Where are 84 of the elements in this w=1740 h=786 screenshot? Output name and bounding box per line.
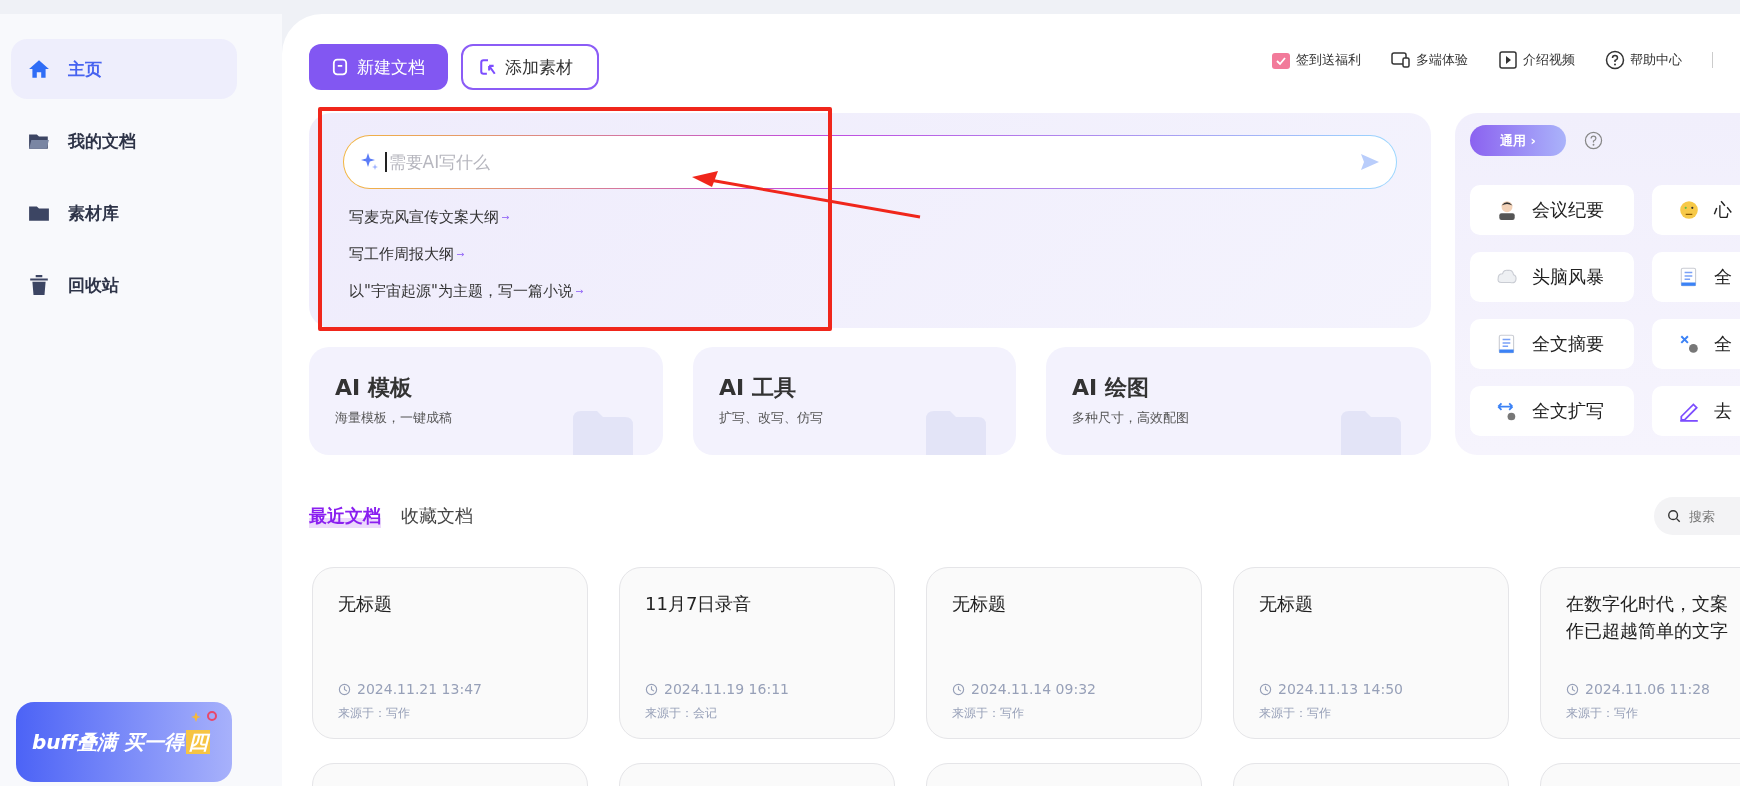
cross-icon [1678, 333, 1700, 355]
folder-illustration-icon [571, 411, 635, 455]
feature-subtitle: 海量模板，一键成稿 [335, 409, 453, 427]
devices-icon [1391, 50, 1411, 70]
sidebar-item[interactable]: 主页 [11, 39, 237, 99]
search-box[interactable]: 搜索 [1654, 497, 1740, 535]
feature-subtitle: 扩写、改写、仿写 [719, 409, 824, 427]
toolbar-link[interactable]: 多端体验 [1391, 50, 1468, 70]
sparkle-icon [360, 152, 380, 172]
document-card[interactable]: 无标题 2024.11.21 13:47 来源于：写作 [312, 567, 588, 739]
document-time: 2024.11.19 16:11 [664, 681, 789, 697]
clock-icon [1566, 682, 1579, 696]
document-card[interactable]: 11月7日录音 2024.11.19 16:11 来源于：会记 [619, 567, 895, 739]
person-icon [1496, 199, 1518, 221]
document-source: 来源于：写作 [1259, 705, 1332, 722]
sidebar-item[interactable]: 素材库 [11, 183, 237, 243]
document-time: 2024.11.13 14:50 [1278, 681, 1403, 697]
document-tab[interactable]: 最近文档 [309, 504, 381, 528]
document-time: 2024.11.21 13:47 [357, 681, 482, 697]
clock-icon [338, 682, 351, 696]
clock-icon [1259, 682, 1272, 696]
suggestion-link[interactable]: 写麦克风宣传文案大纲 [343, 199, 516, 236]
new-document-button[interactable]: 新建文档 [309, 44, 448, 90]
feature-title: AI 工具 [719, 374, 797, 402]
document-card[interactable]: 在数字化时代，文案 作已超越简单的文字 2024.11.06 11:28 来源于：写作 [1540, 567, 1740, 739]
search-icon [1667, 509, 1681, 523]
feature-card[interactable]: AI 绘图 多种尺寸，高效配图 [1046, 347, 1431, 455]
double-arrow-icon [1496, 400, 1518, 422]
document-title: 11月7日录音 [645, 592, 753, 616]
toolbar-link[interactable]: 介绍视频 [1498, 50, 1575, 70]
feature-subtitle: 多种尺寸，高效配图 [1072, 409, 1190, 427]
help-icon[interactable] [1584, 131, 1603, 150]
ai-input-field[interactable]: 需要AI写什么 [386, 151, 1360, 173]
suggestion-link[interactable]: 以"宇宙起源"为主题，写一篇小说 [343, 273, 590, 310]
feature-card[interactable]: AI 模板 海量模板，一键成稿 [309, 347, 663, 455]
document-title: 无标题 [338, 592, 393, 616]
pencil-icon [1678, 400, 1700, 422]
tool-card[interactable]: 全 [1652, 319, 1740, 369]
cursor-icon [479, 58, 497, 76]
document-source: 来源于：写作 [338, 705, 411, 722]
help-icon [1605, 50, 1625, 70]
tool-card[interactable]: 会议纪要 [1470, 185, 1634, 235]
trash-icon [28, 274, 50, 296]
calendar-icon [1271, 50, 1291, 70]
document-tab[interactable]: 收藏文档 [401, 504, 473, 528]
sidebar-item[interactable]: 我的文档 [11, 111, 237, 171]
send-icon[interactable] [1360, 152, 1380, 172]
feature-title: AI 绘图 [1072, 374, 1150, 402]
folder-illustration-icon [924, 411, 988, 455]
suggestion-link[interactable]: 写工作周报大纲 [343, 236, 471, 273]
play-icon [1498, 50, 1518, 70]
folder-illustration-icon [1339, 411, 1403, 455]
document-title: 无标题 [1259, 592, 1314, 616]
arrow-icon [575, 289, 584, 294]
home-icon [28, 58, 50, 80]
tool-card[interactable]: 全 [1652, 252, 1740, 302]
document-card[interactable]: 无标题 2024.11.13 14:50 来源于：写作 [1233, 567, 1509, 739]
toolbar-link[interactable]: 帮助中心 [1605, 50, 1682, 70]
feature-card[interactable]: AI 工具 扩写、改写、仿写 [693, 347, 1016, 455]
document-source: 来源于：写作 [1566, 705, 1639, 722]
tool-card[interactable]: 心 [1652, 185, 1740, 235]
clock-icon [952, 682, 965, 696]
search-field[interactable]: 搜索 [1687, 507, 1740, 525]
arrow-icon [457, 252, 465, 257]
arrow-icon [502, 215, 510, 220]
clock-icon [645, 682, 658, 696]
tool-card[interactable]: 去 [1652, 386, 1740, 436]
feature-title: AI 模板 [335, 374, 413, 402]
document-source: 来源于：写作 [952, 705, 1025, 722]
document-time: 2024.11.06 11:28 [1585, 681, 1710, 697]
ai-prompt-field[interactable]: 需要AI写什么 [343, 135, 1397, 189]
add-material-button[interactable]: 添加素材 [461, 44, 599, 90]
document-title: 在数字化时代，文案 作已超越简单的文字 [1566, 592, 1729, 643]
sidebar-item[interactable]: 回收站 [11, 255, 237, 315]
tool-card[interactable]: 头脑风暴 [1470, 252, 1634, 302]
tool-card[interactable]: 全文摘要 [1470, 319, 1634, 369]
document-card[interactable]: 无标题 2024.11.14 09:32 来源于：写作 [926, 567, 1202, 739]
tool-card[interactable]: 全文扩写 [1470, 386, 1634, 436]
document-source: 来源于：会记 [645, 705, 718, 722]
document-icon [331, 58, 349, 76]
document-title: 无标题 [952, 592, 1007, 616]
face-icon [1678, 199, 1700, 221]
document-time: 2024.11.14 09:32 [971, 681, 1096, 697]
toolbar-link[interactable]: 签到送福利 [1271, 50, 1361, 70]
